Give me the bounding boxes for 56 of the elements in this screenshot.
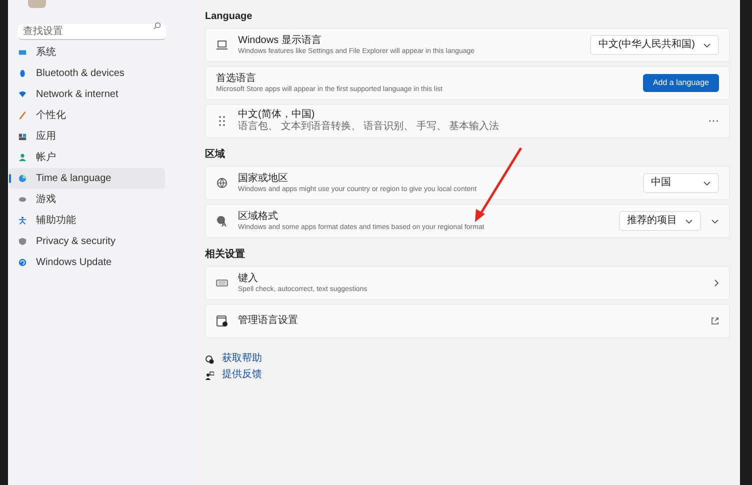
keyboard-icon bbox=[216, 277, 228, 289]
accessibility-icon bbox=[18, 216, 27, 225]
drag-handle-icon bbox=[216, 115, 228, 127]
row-title: 国家或地区 bbox=[238, 174, 289, 184]
wifi-icon bbox=[18, 90, 27, 99]
section-heading: Language bbox=[205, 12, 254, 22]
search-icon bbox=[153, 22, 161, 30]
feedback-icon bbox=[205, 370, 214, 380]
nav-item[interactable]: 个性化 bbox=[9, 105, 165, 126]
search-field[interactable]: 查找设置 bbox=[18, 24, 166, 40]
help-link[interactable]: 获取帮助 bbox=[222, 354, 262, 364]
apps-icon bbox=[18, 132, 27, 141]
nav-item[interactable]: 游戏 bbox=[9, 189, 165, 210]
brush-icon bbox=[18, 111, 27, 120]
external-link-icon bbox=[711, 317, 719, 325]
section-heading: 相关设置 bbox=[205, 250, 246, 260]
section-heading: 区域 bbox=[205, 150, 226, 160]
window-settings-icon bbox=[216, 315, 228, 327]
avatar-placeholder bbox=[28, 0, 46, 8]
nav-item[interactable]: Time & language bbox=[9, 168, 165, 189]
bluetooth-icon bbox=[18, 69, 27, 78]
row-title: Windows 显示语言 bbox=[238, 36, 322, 46]
shield-icon bbox=[18, 237, 27, 246]
nav-item[interactable]: Network & internet bbox=[9, 84, 165, 105]
dropdown[interactable]: 推荐的项目 bbox=[619, 211, 701, 231]
row-title: 区域格式 bbox=[238, 212, 279, 222]
settings-card[interactable]: 中文(简体，中国) 语言包、 文本到语音转换、 语音识别、 手写、 基本输入法 ··· bbox=[205, 104, 730, 138]
settings-card[interactable]: 管理语言设置 bbox=[205, 304, 730, 338]
language-format-icon bbox=[216, 215, 228, 227]
row-title: 管理语言设置 bbox=[238, 316, 299, 326]
add-language-button[interactable]: Add a language bbox=[642, 74, 719, 92]
chevron-down-icon bbox=[703, 180, 711, 186]
laptop-icon bbox=[216, 39, 228, 51]
help-icon bbox=[205, 354, 214, 364]
nav-item[interactable]: 系统 bbox=[9, 42, 165, 63]
nav-item[interactable]: 帐户 bbox=[9, 147, 165, 168]
row-title: 中文(简体，中国) bbox=[238, 110, 316, 120]
more-options[interactable]: ··· bbox=[708, 116, 719, 126]
sync-icon bbox=[18, 258, 27, 267]
row-title: 首选语言 bbox=[216, 74, 257, 84]
chevron-down-icon bbox=[703, 42, 711, 48]
row-description: 语言包、 文本到语音转换、 语音识别、 手写、 基本输入法 bbox=[238, 122, 500, 132]
dropdown[interactable]: 中国 bbox=[643, 173, 719, 193]
monitor-icon bbox=[18, 48, 27, 57]
person-icon bbox=[18, 153, 27, 162]
nav-item[interactable]: 辅助功能 bbox=[9, 210, 165, 231]
chevron-right-icon bbox=[714, 279, 719, 287]
nav-item[interactable]: Windows Update bbox=[9, 252, 165, 273]
nav-item[interactable]: Bluetooth & devices bbox=[9, 63, 165, 84]
chevron-down-icon[interactable] bbox=[711, 218, 719, 224]
nav-item[interactable]: Privacy & security bbox=[9, 231, 165, 252]
help-link[interactable]: 提供反馈 bbox=[222, 370, 262, 380]
chevron-down-icon bbox=[685, 218, 693, 224]
row-title: 键入 bbox=[238, 274, 259, 284]
nav-item[interactable]: 应用 bbox=[9, 126, 165, 147]
dropdown[interactable]: 中文(中华人民共和国) bbox=[590, 35, 719, 55]
